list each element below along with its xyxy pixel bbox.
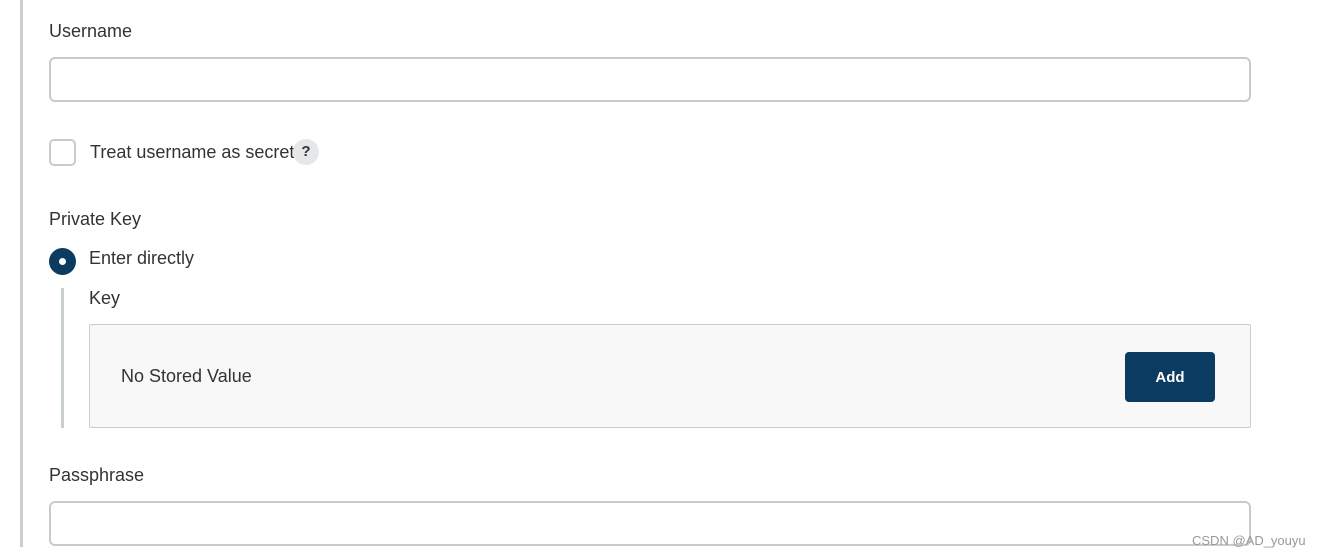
- enter-directly-label[interactable]: Enter directly: [89, 248, 194, 269]
- enter-directly-radio[interactable]: [49, 248, 76, 275]
- treat-username-secret-checkbox[interactable]: [49, 139, 76, 166]
- key-label: Key: [89, 288, 121, 308]
- nested-section-rule: [61, 288, 64, 428]
- passphrase-input[interactable]: [49, 501, 1251, 546]
- question-mark-icon[interactable]: ?: [293, 139, 319, 165]
- username-input[interactable]: [49, 57, 1251, 102]
- username-label: Username: [49, 21, 133, 41]
- add-key-button[interactable]: Add: [1125, 352, 1215, 402]
- watermark-text: CSDN @AD_youyu: [1192, 533, 1306, 548]
- no-stored-value-text: No Stored Value: [121, 366, 252, 386]
- treat-username-secret-label[interactable]: Treat username as secret: [90, 142, 294, 163]
- key-value-box: No Stored Value Add: [89, 324, 1251, 428]
- credentials-form: Username Treat username as secret ? Priv…: [0, 0, 1317, 557]
- passphrase-label: Passphrase: [49, 465, 145, 485]
- private-key-label: Private Key: [49, 209, 142, 229]
- section-left-rule: [20, 0, 23, 547]
- radio-selected-dot: [59, 258, 66, 265]
